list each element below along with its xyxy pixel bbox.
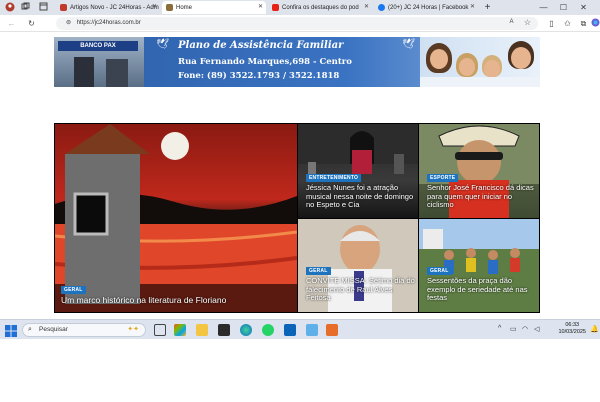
category-badge[interactable]: GERAL (427, 267, 452, 275)
banner-phone: Fone: (89) 3522.1793 / 3522.1818 (178, 71, 340, 81)
dove-icon: 🕊 (156, 39, 169, 50)
task-view-icon[interactable] (154, 324, 166, 336)
collections-icon[interactable]: ⧉ (578, 18, 589, 29)
news-card[interactable]: ENTRETENIMENTO Jéssica Nunes foi a atraç… (298, 124, 418, 218)
news-title[interactable]: Um marco histórico na literatura de Flor… (61, 296, 291, 305)
search-icon: ⌕ (28, 326, 32, 333)
category-badge[interactable]: ESPORTE (427, 174, 459, 182)
outlook-icon[interactable] (284, 324, 296, 336)
new-tab-button[interactable]: + (482, 2, 493, 13)
close-icon[interactable]: ✕ (470, 3, 475, 10)
notepad-icon[interactable] (306, 324, 318, 336)
tab-strip: Artigos Novo - JC 24Horas - Adm ✕ Home ✕… (0, 0, 600, 15)
news-card[interactable]: ESPORTE Senhor José Francisco dá dicas p… (419, 124, 539, 218)
news-card[interactable]: GERAL CONVITE MISSA: Sétimo dia do falec… (298, 219, 418, 312)
category-badge[interactable]: ENTRETENIMENTO (306, 174, 362, 182)
tab-artigos[interactable]: Artigos Novo - JC 24Horas - Adm ✕ (56, 1, 160, 14)
banner-title: Plano de Assistência Familiar (178, 40, 344, 51)
taskbar-search[interactable]: ⌕ Pesquisar ✦✦ (22, 323, 146, 337)
workspaces-icon[interactable] (20, 2, 31, 13)
media-app-icon[interactable] (326, 324, 338, 336)
copilot-icon[interactable] (591, 18, 600, 29)
close-icon[interactable]: ✕ (364, 3, 369, 10)
clock-time: 06:33 (565, 322, 580, 328)
favorite-star-icon[interactable]: ☆ (522, 17, 533, 28)
start-icon[interactable] (5, 324, 17, 337)
tab-label: Home (176, 4, 193, 11)
wifi-icon[interactable]: ◠ (522, 325, 528, 333)
clock[interactable]: 06:33 10/03/2025 (558, 322, 586, 336)
clock-date: 10/03/2025 (558, 329, 586, 335)
store-photo: BANCO PAX (54, 37, 144, 87)
profile-icon[interactable] (4, 2, 15, 13)
tab-label: (20+) JC 24 Horas | Facebook (388, 4, 469, 11)
news-card[interactable]: GERAL Sessentões da praça dão exemplo de… (419, 219, 539, 312)
close-window-button[interactable]: ✕ (578, 2, 589, 13)
edge-icon[interactable] (240, 324, 252, 336)
blank-area (0, 339, 600, 402)
store-sign: BANCO PAX (58, 41, 138, 51)
split-screen-icon[interactable]: ▯ (546, 18, 557, 29)
notification-icon[interactable]: 🔔 (590, 325, 599, 333)
favorites-icon[interactable]: ✩ (562, 18, 573, 29)
family-photo (420, 37, 540, 87)
file-explorer-icon[interactable] (196, 324, 208, 336)
tab-home[interactable]: Home ✕ (162, 1, 266, 14)
close-icon[interactable]: ✕ (258, 3, 263, 10)
volume-icon[interactable]: ◁ (534, 325, 539, 333)
tray-chevron-icon[interactable]: ^ (498, 325, 501, 332)
facebook-icon (378, 4, 385, 11)
banner-address: Rua Fernando Marques,698 - Centro (178, 57, 352, 67)
ad-banner[interactable]: BANCO PAX 🕊 🕊 Plano de Assistência Famil… (54, 37, 540, 87)
news-image (55, 124, 297, 312)
news-title[interactable]: CONVITE MISSA: Sétimo dia do falecimento… (306, 276, 416, 303)
minimize-button[interactable]: — (538, 2, 549, 13)
taskbar: ⌕ Pesquisar ✦✦ ^ ▭ ◠ ◁ 06:33 10/03/2025 … (0, 319, 600, 339)
category-badge[interactable]: GERAL (61, 286, 86, 294)
site-info-icon[interactable]: ⊜ (66, 20, 71, 26)
network-icon[interactable]: ▭ (510, 325, 517, 333)
copilot-app-icon[interactable] (174, 324, 186, 336)
close-icon[interactable]: ✕ (152, 3, 157, 10)
news-grid: GERAL Um marco histórico na literatura d… (54, 123, 540, 313)
back-icon[interactable]: ← (6, 18, 17, 29)
news-title[interactable]: Jéssica Nunes foi a atração musical ness… (306, 183, 416, 210)
search-placeholder: Pesquisar (39, 326, 68, 333)
store-window (106, 59, 128, 87)
youtube-icon (272, 4, 279, 11)
store-door (74, 57, 94, 87)
favicon-icon (166, 4, 173, 11)
read-aloud-icon[interactable]: A (506, 17, 517, 28)
maximize-button[interactable]: ☐ (558, 2, 569, 13)
sparkle-icon: ✦✦ (127, 326, 139, 333)
tab-podcast[interactable]: Confira os destaques do pod ✕ (268, 1, 372, 14)
store-icon[interactable] (218, 324, 230, 336)
tab-label: Artigos Novo - JC 24Horas - Adm (70, 4, 159, 11)
reload-icon[interactable]: ↻ (26, 18, 37, 29)
address-bar[interactable]: ⊜ https://jc24horas.com.br (56, 17, 538, 30)
category-badge[interactable]: GERAL (306, 267, 331, 275)
browser-toolbar: ← ↻ ⊜ https://jc24horas.com.br A ☆ ▯ ✩ ⧉ (0, 15, 600, 32)
news-title[interactable]: Sessentões da praça dão exemplo de serie… (427, 276, 537, 303)
tab-actions-icon[interactable] (38, 2, 49, 13)
favicon-icon (60, 4, 67, 11)
web-page: BANCO PAX 🕊 🕊 Plano de Assistência Famil… (0, 33, 600, 319)
url-text: https://jc24horas.com.br (76, 20, 141, 26)
news-title[interactable]: Senhor José Francisco dá dicas para quem… (427, 183, 537, 210)
news-card-featured[interactable]: GERAL Um marco histórico na literatura d… (55, 124, 297, 312)
tab-facebook[interactable]: (20+) JC 24 Horas | Facebook ✕ (374, 1, 478, 14)
tab-label: Confira os destaques do pod (282, 4, 359, 11)
dove-icon: 🕊 (402, 39, 415, 50)
whatsapp-icon[interactable] (262, 324, 274, 336)
